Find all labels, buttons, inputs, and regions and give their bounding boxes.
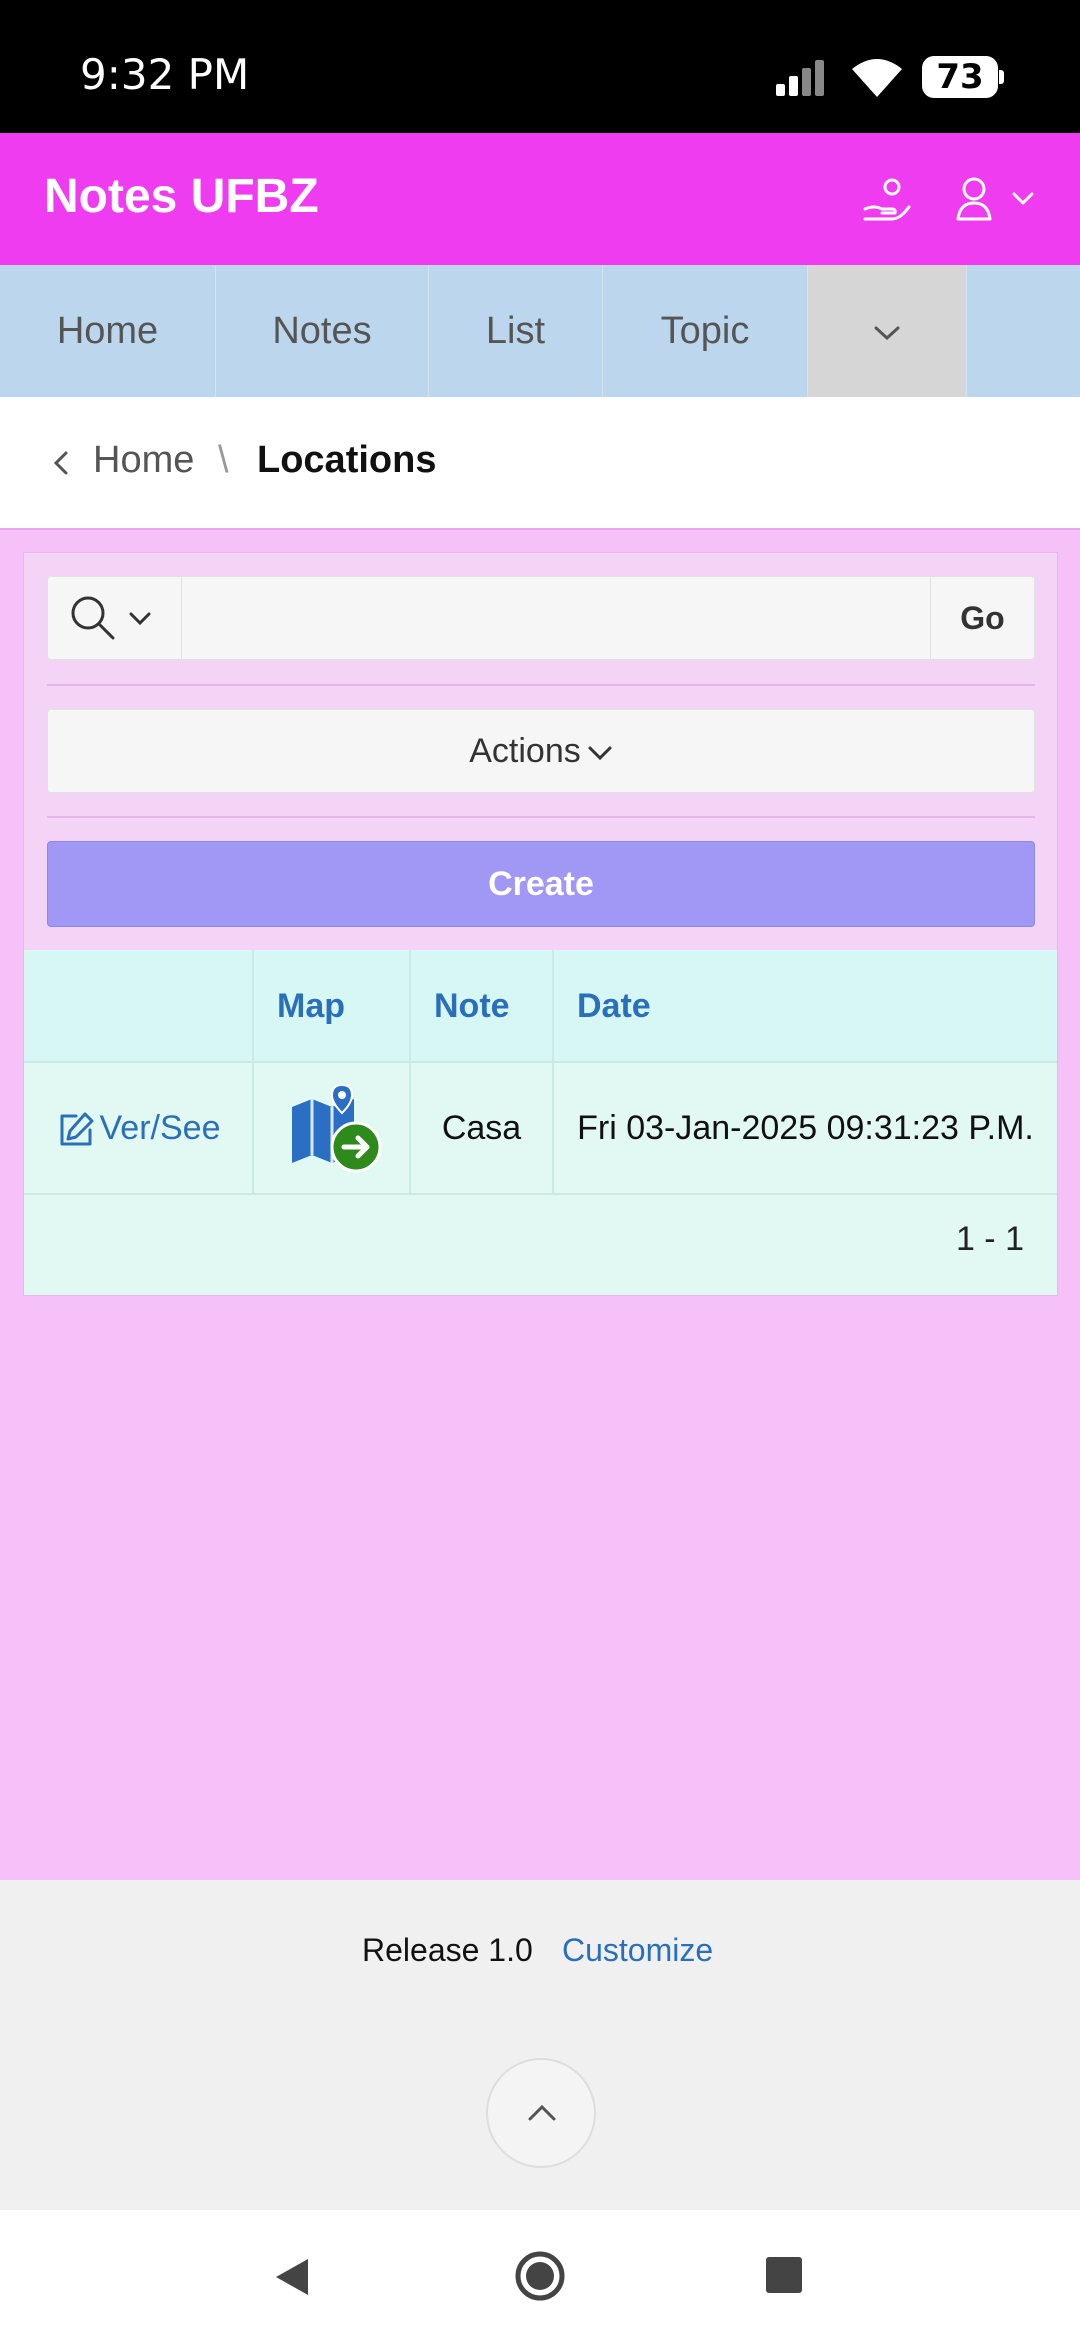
tab-notes[interactable]: Notes (216, 265, 429, 397)
actions-menu-button[interactable]: Actions (47, 709, 1035, 793)
chevron-left-icon[interactable] (48, 445, 76, 481)
recent-apps-icon[interactable] (766, 2257, 802, 2293)
breadcrumb-separator: \ (218, 439, 229, 481)
actions-label: Actions (469, 732, 581, 770)
map-navigate-icon[interactable] (282, 1084, 382, 1175)
app-title[interactable]: Notes UFBZ (44, 169, 319, 224)
table-row: Ver/See Casa Fri 03-Jan-2025 09:31:23 P.… (24, 1063, 1057, 1195)
chevron-down-icon (129, 612, 151, 626)
create-button[interactable]: Create (47, 841, 1035, 927)
search-input[interactable] (183, 577, 929, 659)
battery-icon: 73 (922, 56, 1004, 98)
tab-home[interactable]: Home (0, 265, 216, 397)
scroll-top-button[interactable] (486, 2058, 596, 2168)
status-bar: 9:32 PM 73 (0, 0, 1080, 133)
note-cell: Casa (411, 1063, 554, 1193)
edit-link-label: Ver/See (99, 1109, 221, 1147)
home-icon[interactable] (514, 2250, 566, 2302)
column-header-map[interactable]: Map (254, 950, 411, 1063)
pagination: 1 - 1 (955, 1220, 1024, 1258)
release-label: Release 1.0 (362, 1932, 533, 1968)
report-region: Go Actions Create Map Note Date Ver/See (23, 552, 1058, 1296)
go-button[interactable]: Go (930, 577, 1034, 659)
edit-link[interactable]: Ver/See (56, 1109, 221, 1147)
back-icon[interactable] (272, 2255, 312, 2299)
column-header-date[interactable]: Date (554, 950, 1057, 1063)
column-header-note[interactable]: Note (411, 950, 554, 1063)
status-time: 9:32 PM (80, 50, 250, 99)
chevron-down-icon (874, 326, 900, 340)
breadcrumb: Home \ Locations (0, 397, 1080, 530)
breadcrumb-home[interactable]: Home (93, 439, 194, 482)
search-icon (71, 596, 115, 640)
wifi-icon (852, 59, 902, 97)
divider (47, 684, 1035, 686)
footer: Release 1.0 Customize (0, 1880, 1080, 2210)
search-bar: Go (47, 576, 1035, 660)
signal-icon (776, 60, 824, 96)
user-menu-icon[interactable] (954, 175, 1040, 225)
top-nav: Home Notes List Topic (0, 265, 1080, 397)
table-header: Map Note Date (24, 950, 1057, 1063)
edit-cell: Ver/See (24, 1063, 254, 1193)
customize-link[interactable]: Customize (562, 1932, 713, 1969)
battery-level: 73 (922, 56, 998, 98)
column-header-edit (24, 950, 254, 1063)
search-scope-button[interactable] (48, 577, 182, 659)
chevron-down-icon (588, 746, 612, 761)
report-table: Map Note Date Ver/See Casa Fri 03-Jan-20… (24, 950, 1057, 1295)
app-header: Notes UFBZ (0, 133, 1080, 265)
map-cell (254, 1063, 411, 1193)
edit-icon (60, 1112, 93, 1146)
date-cell: Fri 03-Jan-2025 09:31:23 P.M. (577, 1109, 1034, 1147)
tab-more[interactable] (808, 265, 967, 397)
tab-list[interactable]: List (429, 265, 603, 397)
hand-help-icon[interactable] (862, 175, 912, 225)
chevron-up-icon (528, 2104, 556, 2121)
tab-topic[interactable]: Topic (603, 265, 808, 397)
page-title: Locations (257, 439, 437, 481)
system-nav-bar (0, 2210, 1080, 2340)
divider (47, 816, 1035, 818)
